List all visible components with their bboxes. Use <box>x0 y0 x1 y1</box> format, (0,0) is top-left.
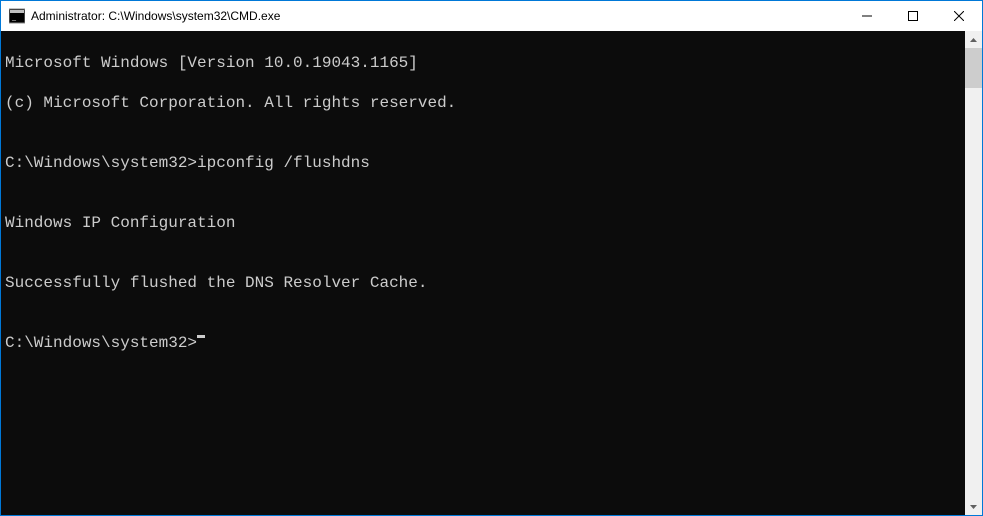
terminal-line: (c) Microsoft Corporation. All rights re… <box>5 93 965 113</box>
window-title: Administrator: C:\Windows\system32\CMD.e… <box>31 9 844 23</box>
scroll-up-button[interactable] <box>965 31 982 48</box>
terminal[interactable]: Microsoft Windows [Version 10.0.19043.11… <box>1 31 965 515</box>
terminal-prompt: C:\Windows\system32> <box>5 333 197 353</box>
scroll-down-button[interactable] <box>965 498 982 515</box>
terminal-line: Microsoft Windows [Version 10.0.19043.11… <box>5 53 965 73</box>
cmd-icon: _ <box>9 8 25 24</box>
terminal-line: C:\Windows\system32>ipconfig /flushdns <box>5 153 965 173</box>
cmd-window: _ Administrator: C:\Windows\system32\CMD… <box>1 1 982 515</box>
terminal-area: Microsoft Windows [Version 10.0.19043.11… <box>1 31 982 515</box>
cursor-icon <box>197 335 205 338</box>
close-button[interactable] <box>936 1 982 31</box>
window-controls <box>844 1 982 31</box>
terminal-line: Successfully flushed the DNS Resolver Ca… <box>5 273 965 293</box>
minimize-button[interactable] <box>844 1 890 31</box>
maximize-button[interactable] <box>890 1 936 31</box>
titlebar[interactable]: _ Administrator: C:\Windows\system32\CMD… <box>1 1 982 31</box>
vertical-scrollbar[interactable] <box>965 31 982 515</box>
scroll-thumb[interactable] <box>965 48 982 88</box>
terminal-line: Windows IP Configuration <box>5 213 965 233</box>
